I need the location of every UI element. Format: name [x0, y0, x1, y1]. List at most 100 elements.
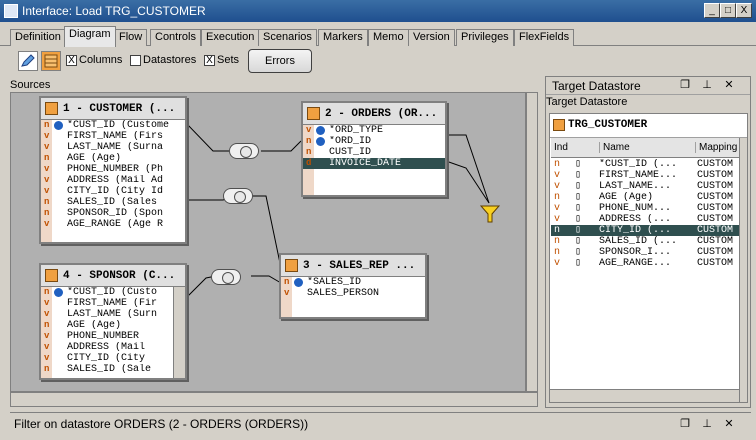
column-row[interactable]: v SALES_PERSON: [281, 288, 425, 299]
column-row[interactable]: v ADDRESS (Mail Ad: [41, 175, 185, 186]
column-row[interactable]: v LAST_NAME (Surna: [41, 142, 185, 153]
column-row[interactable]: n *CUST_ID (Custo: [41, 287, 169, 298]
target-row[interactable]: n ▯ *CUST_ID (... CUSTOM: [551, 159, 741, 170]
datastore-sales-rep-title[interactable]: 3 - SALES_REP ...: [281, 255, 425, 277]
datastore-orders[interactable]: 2 - ORDERS (OR... v *ORD_TYPE n *ORD_ID n CUS…: [301, 101, 447, 197]
column-row[interactable]: v AGE_RANGE (Age R: [41, 219, 185, 230]
datastore-sponsor[interactable]: 4 - SPONSOR (C... n *CUST_ID (Custo v FIRST…: [39, 263, 187, 380]
join-connector-sponsor-salesrep[interactable]: [211, 269, 241, 285]
target-row[interactable]: v ▯ PHONE_NUM... CUSTOM: [551, 203, 741, 214]
target-row[interactable]: n ▯ CITY_ID (... CUSTOM: [551, 225, 741, 236]
datastore-orders-title[interactable]: 2 - ORDERS (OR...: [303, 103, 445, 125]
datastore-customer-title[interactable]: 1 - CUSTOMER (...: [41, 98, 185, 120]
canvas-vertical-scrollbar[interactable]: [526, 92, 538, 392]
datastore-sponsor-title[interactable]: 4 - SPONSOR (C...: [41, 265, 185, 287]
column-name: ADDRESS (Mail: [67, 342, 146, 353]
column-row[interactable]: v CITY_ID (City Id: [41, 186, 185, 197]
column-name: CITY_ID (City: [67, 353, 146, 364]
column-row[interactable]: n *CUST_ID (Custome: [41, 120, 185, 131]
tab-definition[interactable]: Definition: [10, 29, 66, 46]
column-row[interactable]: v FIRST_NAME (Firs: [41, 131, 185, 142]
target-row[interactable]: v ▯ FIRST_NAME... CUSTOM: [551, 170, 741, 181]
datastore-icon[interactable]: [41, 51, 61, 71]
tab-privileges[interactable]: Privileges: [456, 29, 514, 46]
datastore-customer[interactable]: 1 - CUSTOMER (... n *CUST_ID (Custome v FIR…: [39, 96, 187, 244]
target-row[interactable]: n ▯ AGE (Age) CUSTOM: [551, 192, 741, 203]
datatype-indicator: n: [44, 320, 50, 330]
target-vertical-scrollbar[interactable]: [739, 138, 747, 402]
filter-funnel-icon[interactable]: [479, 203, 501, 225]
target-column-mapping: CUSTOM: [697, 225, 734, 236]
column-name: SALES_ID (Sales: [67, 197, 158, 208]
column-row[interactable]: v *ORD_TYPE: [303, 125, 445, 136]
column-row[interactable]: n SPONSOR_ID (Spon: [41, 208, 185, 219]
minimize-button[interactable]: _: [704, 3, 720, 18]
tab-version[interactable]: Version: [408, 29, 455, 46]
datastore-sales-rep[interactable]: 3 - SALES_REP ... n *SALES_ID v SALES_PERSO…: [279, 253, 427, 319]
column-row[interactable]: v FIRST_NAME (Fir: [41, 298, 169, 309]
datatype-indicator: n: [554, 192, 561, 203]
target-datastore-table[interactable]: TRG_CUSTOMER Ind Name Mapping n ▯ *CUST_ID…: [549, 113, 748, 403]
column-icon: ▯: [575, 247, 582, 258]
column-row[interactable]: v CITY_ID (City: [41, 353, 169, 364]
join-connector-customer-salesrep[interactable]: [223, 188, 253, 204]
tab-flexfields[interactable]: FlexFields: [514, 29, 575, 46]
restore-icon[interactable]: ❐: [678, 79, 692, 93]
column-row[interactable]: n SALES_ID (Sale: [41, 364, 169, 375]
pin-icon[interactable]: ⊥: [700, 418, 714, 432]
target-horizontal-scrollbar[interactable]: [550, 389, 740, 402]
tab-execution[interactable]: Execution: [201, 29, 260, 46]
column-row[interactable]: n AGE (Age): [41, 320, 169, 331]
column-row[interactable]: n *SALES_ID: [281, 277, 425, 288]
column-row[interactable]: v ADDRESS (Mail: [41, 342, 169, 353]
maximize-button[interactable]: □: [720, 3, 736, 18]
column-name: *CUST_ID (Custo: [67, 287, 158, 298]
datatype-indicator: n: [554, 236, 561, 247]
datastores-checkbox[interactable]: [130, 55, 141, 66]
column-header-mapping[interactable]: Mapping: [695, 142, 737, 153]
tab-memo[interactable]: Memo: [368, 29, 409, 46]
restore-icon[interactable]: ❐: [678, 418, 692, 432]
tab-diagram[interactable]: Diagram: [64, 26, 116, 47]
app-icon: [4, 4, 18, 18]
column-name: CUST_ID: [329, 147, 372, 158]
close-button[interactable]: X: [736, 3, 752, 18]
column-header-ind[interactable]: Ind: [554, 142, 568, 153]
column-row[interactable]: n SALES_ID (Sales: [41, 197, 185, 208]
target-panel-title: Target Datastore ❐ ⊥ ✕: [546, 77, 750, 95]
column-name: INVOICE_DATE: [329, 158, 402, 169]
canvas-horizontal-scrollbar[interactable]: [10, 392, 538, 407]
table-icon: [307, 107, 320, 120]
column-row[interactable]: d INVOICE_DATE: [303, 158, 445, 169]
datatype-indicator: n: [44, 208, 50, 218]
column-row[interactable]: n *ORD_ID: [303, 136, 445, 147]
tab-markers[interactable]: Markers: [318, 29, 368, 46]
column-row[interactable]: v PHONE_NUMBER (Ph: [41, 164, 185, 175]
column-name: *ORD_ID: [329, 136, 372, 147]
sets-checkbox[interactable]: X: [204, 55, 215, 66]
target-row[interactable]: v ▯ AGE_RANGE... CUSTOM: [551, 258, 741, 269]
target-row[interactable]: n ▯ SALES_ID (... CUSTOM: [551, 236, 741, 247]
column-header-name[interactable]: Name: [599, 142, 630, 153]
tab-flow[interactable]: Flow: [114, 29, 148, 46]
columns-checkbox[interactable]: X: [66, 55, 77, 66]
pin-icon[interactable]: ⊥: [700, 79, 714, 93]
target-row[interactable]: n ▯ SPONSOR_I... CUSTOM: [551, 247, 741, 258]
close-icon[interactable]: ✕: [722, 418, 736, 432]
errors-button[interactable]: Errors: [248, 49, 312, 73]
column-row[interactable]: v LAST_NAME (Surn: [41, 309, 169, 320]
diagram-canvas[interactable]: 1 - CUSTOMER (... n *CUST_ID (Custome v FIR…: [10, 92, 526, 392]
key-icon: [316, 126, 325, 135]
join-connector-customer-orders[interactable]: [229, 143, 259, 159]
column-row[interactable]: n AGE (Age): [41, 153, 185, 164]
tab-scenarios[interactable]: Scenarios: [258, 29, 317, 46]
column-row[interactable]: n CUST_ID: [303, 147, 445, 158]
datatype-indicator: n: [44, 153, 50, 163]
edit-icon[interactable]: [18, 51, 38, 71]
target-row[interactable]: v ▯ ADDRESS (... CUSTOM: [551, 214, 741, 225]
column-row[interactable]: v PHONE_NUMBER: [41, 331, 169, 342]
close-icon[interactable]: ✕: [722, 79, 736, 93]
tab-controls[interactable]: Controls: [150, 29, 201, 46]
target-row[interactable]: v ▯ LAST_NAME... CUSTOM: [551, 181, 741, 192]
sponsor-scrollbar[interactable]: [173, 287, 185, 378]
